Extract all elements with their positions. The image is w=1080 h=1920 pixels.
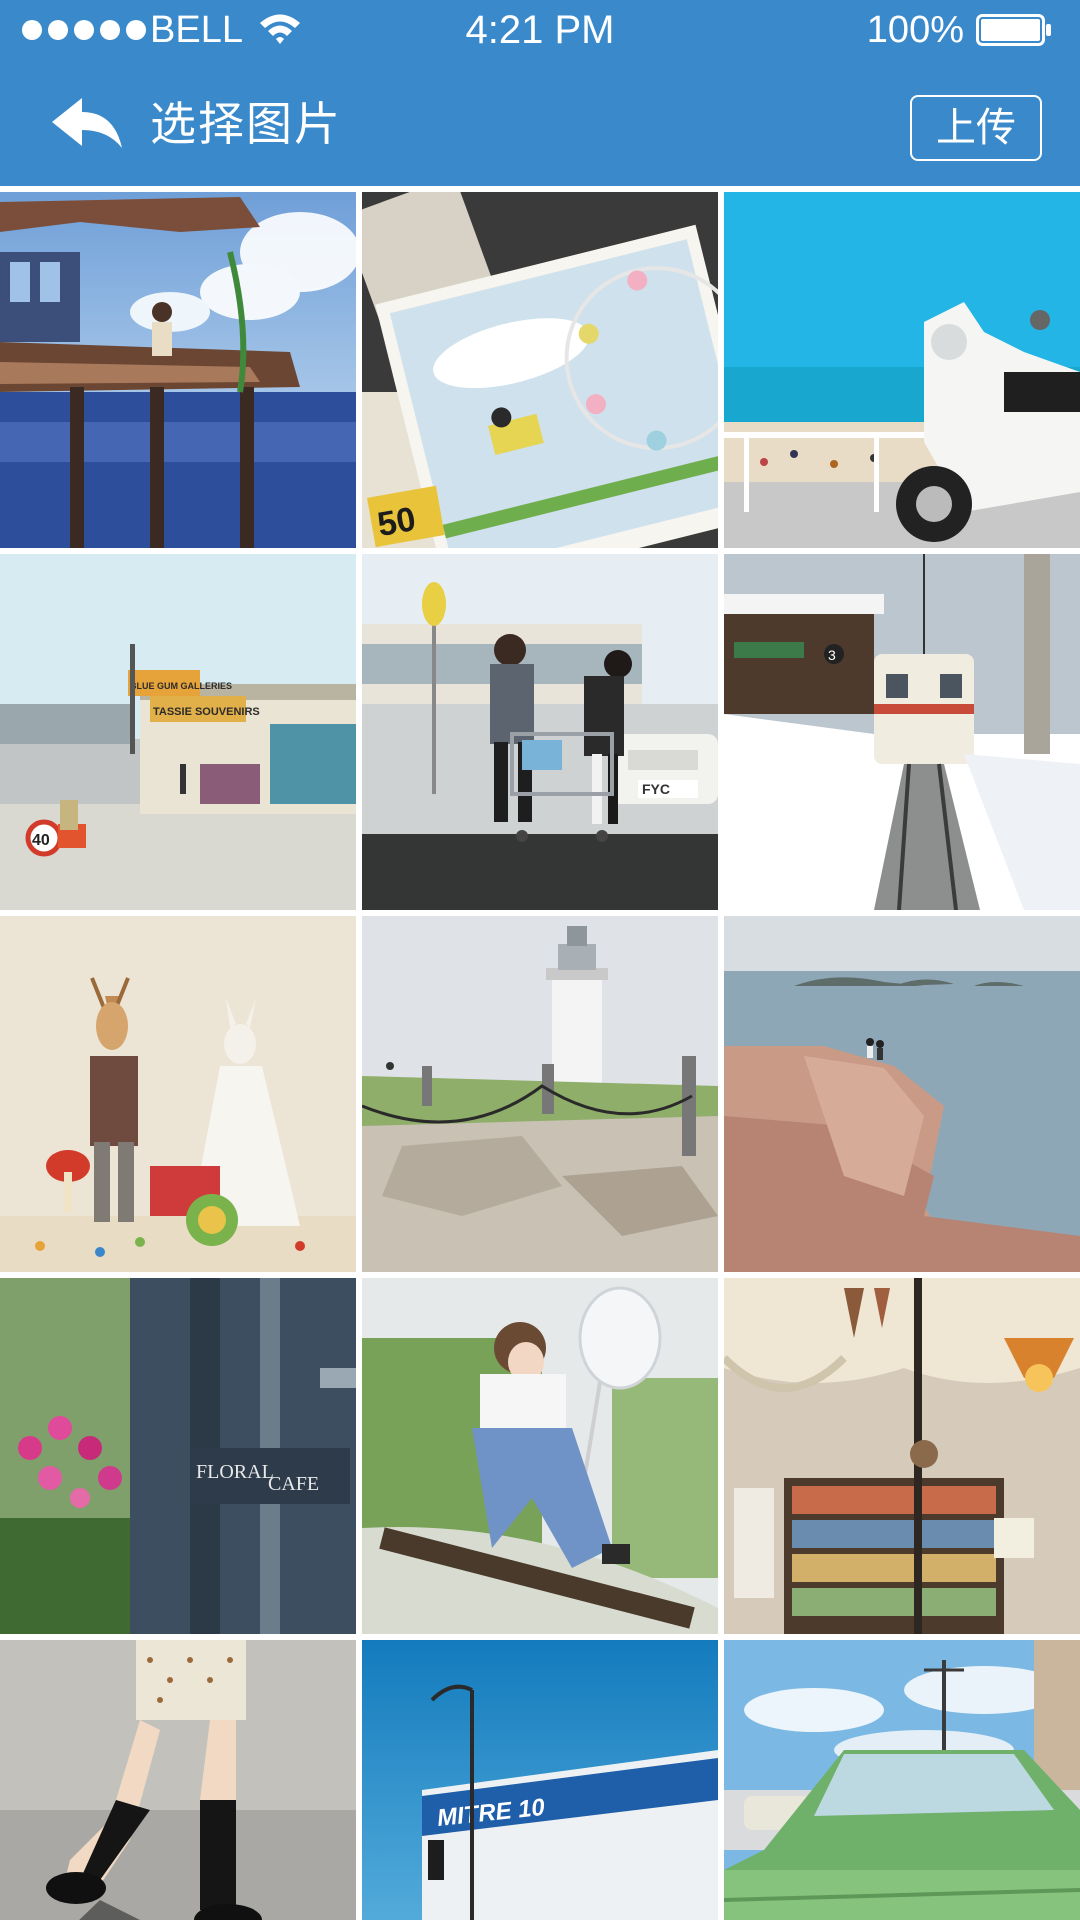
photo-thumbnail[interactable] <box>0 1640 356 1920</box>
photo-thumbnail[interactable]: 50 <box>362 192 718 548</box>
photo-thumbnail[interactable] <box>724 1278 1080 1634</box>
sign-50: 50 <box>375 500 419 544</box>
sign-cafe: CAFE <box>268 1473 319 1495</box>
battery-icon <box>976 14 1051 46</box>
upload-button[interactable]: 上传 <box>910 95 1042 161</box>
white-scooter-beach-photo <box>724 192 1080 548</box>
photo-thumbnail[interactable]: MITRE 10 <box>362 1640 718 1920</box>
photo-thumbnail[interactable] <box>724 916 1080 1272</box>
photo-thumbnail[interactable] <box>0 192 356 548</box>
lighthouse-rocky-shore-photo <box>362 916 718 1272</box>
photo-thumbnail[interactable]: FLORAL CAFE <box>0 1278 356 1634</box>
header: BELL 4:21 PM 100% 选择图片 上传 <box>0 0 1080 186</box>
couple-on-sea-cliff-photo <box>724 916 1080 1272</box>
sign-platform-number: 3 <box>828 647 836 663</box>
couple-shopping-cart-photo: FYC <box>362 554 718 910</box>
photo-thumbnail[interactable] <box>362 1278 718 1634</box>
sign-souvenirs: TASSIE SOUVENIRS <box>153 706 260 718</box>
status-bar: BELL 4:21 PM 100% <box>0 0 1080 64</box>
sign-floral: FLORAL <box>196 1461 274 1483</box>
app-screen: BELL 4:21 PM 100% 选择图片 上传 50 BLUE GUM GA… <box>0 0 1080 1920</box>
photo-thumbnail[interactable]: BLUE GUM GALLERIES TASSIE SOUVENIRS 40 <box>0 554 356 910</box>
back-arrow-icon[interactable] <box>50 96 124 154</box>
cafe-interior-bookshelf-photo <box>724 1278 1080 1634</box>
page-title: 选择图片 <box>150 97 342 151</box>
battery-percentage: 100% <box>866 9 964 51</box>
ferris-wheel-postcards-photo: 50 <box>362 192 718 548</box>
sign-galleries: BLUE GUM GALLERIES <box>130 681 232 691</box>
street-souvenir-shop-photo: BLUE GUM GALLERIES TASSIE SOUVENIRS 40 <box>0 554 356 910</box>
photo-thumbnail[interactable] <box>362 916 718 1272</box>
floral-cafe-door-photo: FLORAL CAFE <box>0 1278 356 1634</box>
girl-with-butterfly-net-photo <box>362 1278 718 1634</box>
navigation-bar: 选择图片 上传 <box>0 64 1080 186</box>
sign-speed-limit: 40 <box>32 832 50 849</box>
photo-thumbnail[interactable] <box>724 1640 1080 1920</box>
photo-grid: 50 BLUE GUM GALLERIES TASSIE SOUVENIRS 4… <box>0 192 1080 1920</box>
walking-legs-knee-socks-photo <box>0 1640 356 1920</box>
snowy-train-station-photo: 3 <box>724 554 1080 910</box>
photo-thumbnail[interactable]: FYC <box>362 554 718 910</box>
mitre10-store-sky-photo: MITRE 10 <box>362 1640 718 1920</box>
green-vintage-car-photo <box>724 1640 1080 1920</box>
photo-thumbnail[interactable] <box>724 192 1080 548</box>
sign-plate: FYC <box>642 781 670 797</box>
anime-girl-ruined-platform-photo <box>0 192 356 548</box>
photo-thumbnail[interactable]: 3 <box>724 554 1080 910</box>
deer-and-rabbit-wedding-photo <box>0 916 356 1272</box>
photo-thumbnail[interactable] <box>0 916 356 1272</box>
